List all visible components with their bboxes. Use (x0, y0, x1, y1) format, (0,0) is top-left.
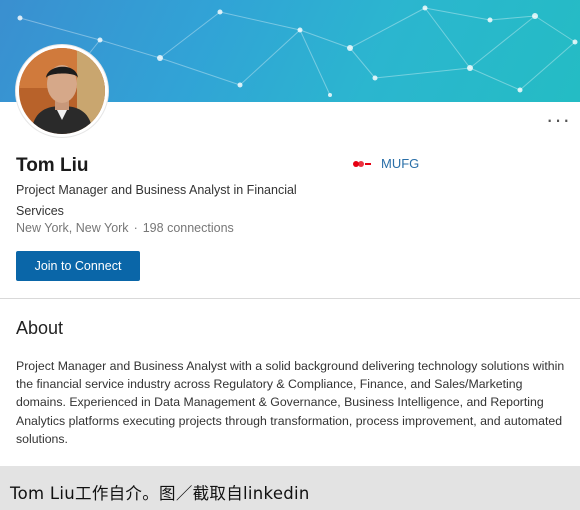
connections-count[interactable]: 198 connections (143, 221, 234, 235)
image-caption: Tom Liu工作自介。图／截取自linkedin (10, 484, 310, 503)
section-divider (0, 298, 580, 299)
current-company[interactable]: MUFG (352, 156, 419, 171)
about-heading: About (16, 318, 64, 338)
mufg-logo-icon (353, 160, 371, 167)
join-to-connect-button[interactable]: Join to Connect (16, 251, 140, 281)
profile-meta: New York, New York · 198 connections (16, 221, 234, 235)
profile-location: New York, New York (16, 221, 129, 235)
profile-photo (19, 48, 105, 134)
profile-headline: Project Manager and Business Analyst in … (16, 183, 297, 218)
avatar[interactable] (16, 45, 108, 137)
more-options-icon[interactable]: ··· (546, 109, 571, 131)
meta-separator: · (133, 221, 138, 235)
company-name[interactable]: MUFG (381, 156, 419, 171)
profile-name: Tom Liu (16, 155, 89, 176)
about-text: Project Manager and Business Analyst wit… (16, 359, 565, 446)
